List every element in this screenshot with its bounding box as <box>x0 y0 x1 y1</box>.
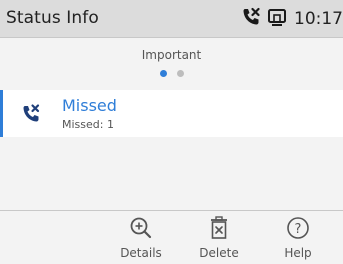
item-title: Missed <box>62 96 117 115</box>
delete-button[interactable]: Delete <box>179 211 259 264</box>
details-button[interactable]: Details <box>101 211 181 264</box>
svg-text:?: ? <box>295 222 302 237</box>
question-icon: ? <box>285 215 311 241</box>
help-label: Help <box>284 246 312 260</box>
details-label: Details <box>120 246 162 260</box>
list-item-missed[interactable]: Missed Missed: 1 <box>0 90 343 137</box>
missed-call-icon <box>240 6 262 32</box>
status-bar: 10:17 <box>240 7 343 31</box>
title-bar: Status Info 10:17 <box>0 0 343 38</box>
status-list: Missed Missed: 1 <box>0 90 343 137</box>
page-indicator <box>0 70 343 77</box>
zoom-in-icon <box>128 215 154 241</box>
screen-icon <box>266 6 288 32</box>
delete-label: Delete <box>199 246 239 260</box>
trash-icon <box>206 215 232 241</box>
clock: 10:17 <box>294 9 343 29</box>
missed-call-icon <box>20 102 42 128</box>
status-info-screen: Status Info 10:17 Important Missed Misse… <box>0 0 343 264</box>
page-title: Status Info <box>6 8 99 28</box>
item-subtitle: Missed: 1 <box>62 118 114 131</box>
page-header: Important <box>0 38 343 90</box>
help-button[interactable]: ? Help <box>258 211 338 264</box>
page-label: Important <box>141 48 202 62</box>
softkey-bar: Details Delete ? Help <box>0 210 343 264</box>
page-dot <box>176 70 184 77</box>
page-dot-active <box>159 70 167 77</box>
